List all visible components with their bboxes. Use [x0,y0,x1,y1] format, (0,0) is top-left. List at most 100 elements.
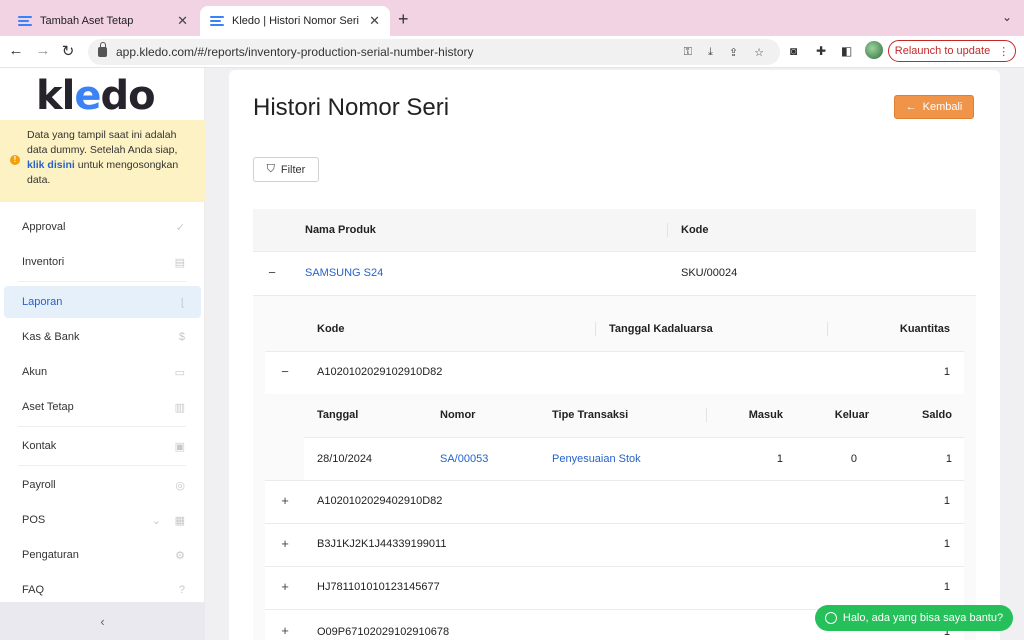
browser-tab-tambah-aset[interactable]: Tambah Aset Tetap ✕ [8,6,198,36]
sidebar-item-label: Aset Tetap [22,401,74,413]
column-header-serial-code: Kode [317,323,345,335]
extensions-icon[interactable]: ✚ [816,44,826,58]
column-header-balance: Saldo [922,409,952,421]
forward-arrow-icon[interactable]: → [33,42,53,59]
sidebar-item-label: Pengaturan [22,549,79,561]
back-arrow-icon[interactable]: ← [6,42,26,59]
clear-data-link[interactable]: klik disini [27,159,75,171]
serial-quantity: 1 [943,581,950,593]
close-tab-icon[interactable]: ✕ [369,13,380,29]
sidebar-collapse-button[interactable]: ‹ [0,602,205,640]
divider [18,426,186,427]
relaunch-button[interactable]: Relaunch to update ⋮ [888,40,1016,62]
serial-code: O09P67102029102910678 [317,626,450,638]
serial-row: − A1020102029102910D82 1 [265,352,964,394]
tab-title: Kledo | Histori Nomor Seri [232,15,359,27]
install-icon[interactable]: ⤓ [708,46,713,59]
question-icon: ? [178,584,185,596]
serial-row: + B3J1KJ2K1J44339199011 1 [265,524,964,566]
column-separator [595,322,596,336]
product-code: SKU/00024 [681,267,738,279]
warning-icon: ! [10,155,20,165]
sidebar-item-label: Approval [22,221,66,233]
address-bar[interactable]: app.kledo.com/#/reports/inventory-produc… [88,39,780,65]
serial-quantity: 1 [943,366,950,378]
sidebar-item-label: Inventori [22,256,65,268]
tab-search-chevron-icon[interactable]: ⌄ [1002,10,1012,24]
url-text[interactable]: app.kledo.com/#/reports/inventory-produc… [116,45,684,59]
sidebar-item-akun[interactable]: Akun ▭ [0,356,205,388]
arrow-left-icon: ← [905,101,917,113]
profile-avatar[interactable] [865,41,883,59]
divider [253,295,976,296]
expand-row-icon[interactable]: + [277,493,293,509]
sidebar-item-aset-tetap[interactable]: Aset Tetap ▥ [0,391,205,423]
transaction-row: 28/10/2024 SA/00053 Penyesuaian Stok 1 0… [304,438,964,480]
product-name-link[interactable]: SAMSUNG S24 [305,267,383,279]
back-button[interactable]: ← Kembali [894,95,974,119]
box-icon: ▤ [174,256,185,269]
key-icon[interactable]: ⚿ [684,46,692,59]
kledo-logo[interactable]: kledo [36,76,156,116]
filter-button[interactable]: ⛉ Filter [253,157,319,182]
bookmark-star-icon[interactable]: ☆ [754,46,764,59]
page-title: Histori Nomor Seri [253,94,450,121]
pos-icon: ▦ [174,514,185,527]
sidebar: kledo ! Data yang tampil saat ini adalah… [0,68,205,640]
sidebar-item-inventori[interactable]: Inventori ▤ [0,246,205,278]
column-header-number: Nomor [440,409,476,421]
collapse-row-icon[interactable]: − [264,265,280,281]
transaction-out: 0 [850,453,857,465]
sidebar-item-label: Payroll [22,479,56,491]
payroll-icon: ◎ [175,479,185,492]
column-separator [667,223,668,237]
expand-row-icon[interactable]: + [277,536,293,552]
transaction-date: 28/10/2024 [317,453,373,465]
lock-icon [98,42,107,57]
sidebar-item-label: POS [22,514,46,526]
share-icon[interactable]: ⇪ [729,46,738,59]
browser-tab-strip: Tambah Aset Tetap ✕ Kledo | Histori Nomo… [0,0,1024,36]
new-tab-icon[interactable]: + [398,9,409,30]
sidebar-item-label: Laporan [22,296,63,308]
whatsapp-chat-button[interactable]: Halo, ada yang bisa saya bantu? [815,605,1013,631]
serial-table-header: Kode Tanggal Kadaluarsa Kuantitas [265,309,964,351]
sidebar-item-pos[interactable]: POS ⌄ ▦ [0,504,205,536]
serial-code: A1020102029402910D82 [317,495,443,507]
column-header-date: Tanggal [317,409,359,421]
building-icon: ▥ [174,401,185,414]
column-header-expiry: Tanggal Kadaluarsa [609,323,713,335]
sidebar-item-label: Kas & Bank [22,331,80,343]
column-header-out: Keluar [834,409,869,421]
contact-card-icon: ▣ [174,440,185,453]
browser-tab-histori[interactable]: Kledo | Histori Nomor Seri ✕ [200,6,390,36]
collapse-row-icon[interactable]: − [277,364,293,380]
transaction-number-link[interactable]: SA/00053 [440,453,488,465]
kledo-favicon-icon [210,14,224,28]
serial-code: B3J1KJ2K1J44339199011 [317,538,447,550]
camera-icon[interactable]: ◙ [790,44,797,58]
close-tab-icon[interactable]: ✕ [177,13,188,29]
expand-row-icon[interactable]: + [277,623,293,639]
sidebar-item-approval[interactable]: Approval ✓ [0,211,205,243]
product-table-header: Nama Produk Kode [253,209,976,251]
transaction-type-link[interactable]: Penyesuaian Stok [552,453,641,465]
sidebar-item-payroll[interactable]: Payroll ◎ [0,469,205,501]
sidepanel-icon[interactable]: ◧ [841,44,852,58]
serial-code: HJ781101010123145677 [317,581,440,593]
sidebar-item-kas-bank[interactable]: Kas & Bank $ [0,321,205,353]
expand-row-icon[interactable]: + [277,579,293,595]
sidebar-item-pengaturan[interactable]: Pengaturan ⚙ [0,539,205,571]
serial-row: + HJ781101010123145677 1 [265,567,964,609]
gears-icon: ⚙ [175,549,185,562]
sidebar-item-kontak[interactable]: Kontak ▣ [0,430,205,462]
serial-row: + A1020102029402910D82 1 [265,481,964,523]
transaction-in: 1 [776,453,783,465]
divider [18,465,186,466]
sidebar-item-label: Kontak [22,440,57,452]
sidebar-item-laporan[interactable]: Laporan ⌊ [4,286,201,318]
reload-icon[interactable]: ↻ [58,42,78,60]
column-header-product-code: Kode [681,224,709,236]
column-header-transaction-type: Tipe Transaksi [552,409,629,421]
transaction-table-header: Tanggal Nomor Tipe Transaksi Masuk Kelua… [304,395,964,437]
